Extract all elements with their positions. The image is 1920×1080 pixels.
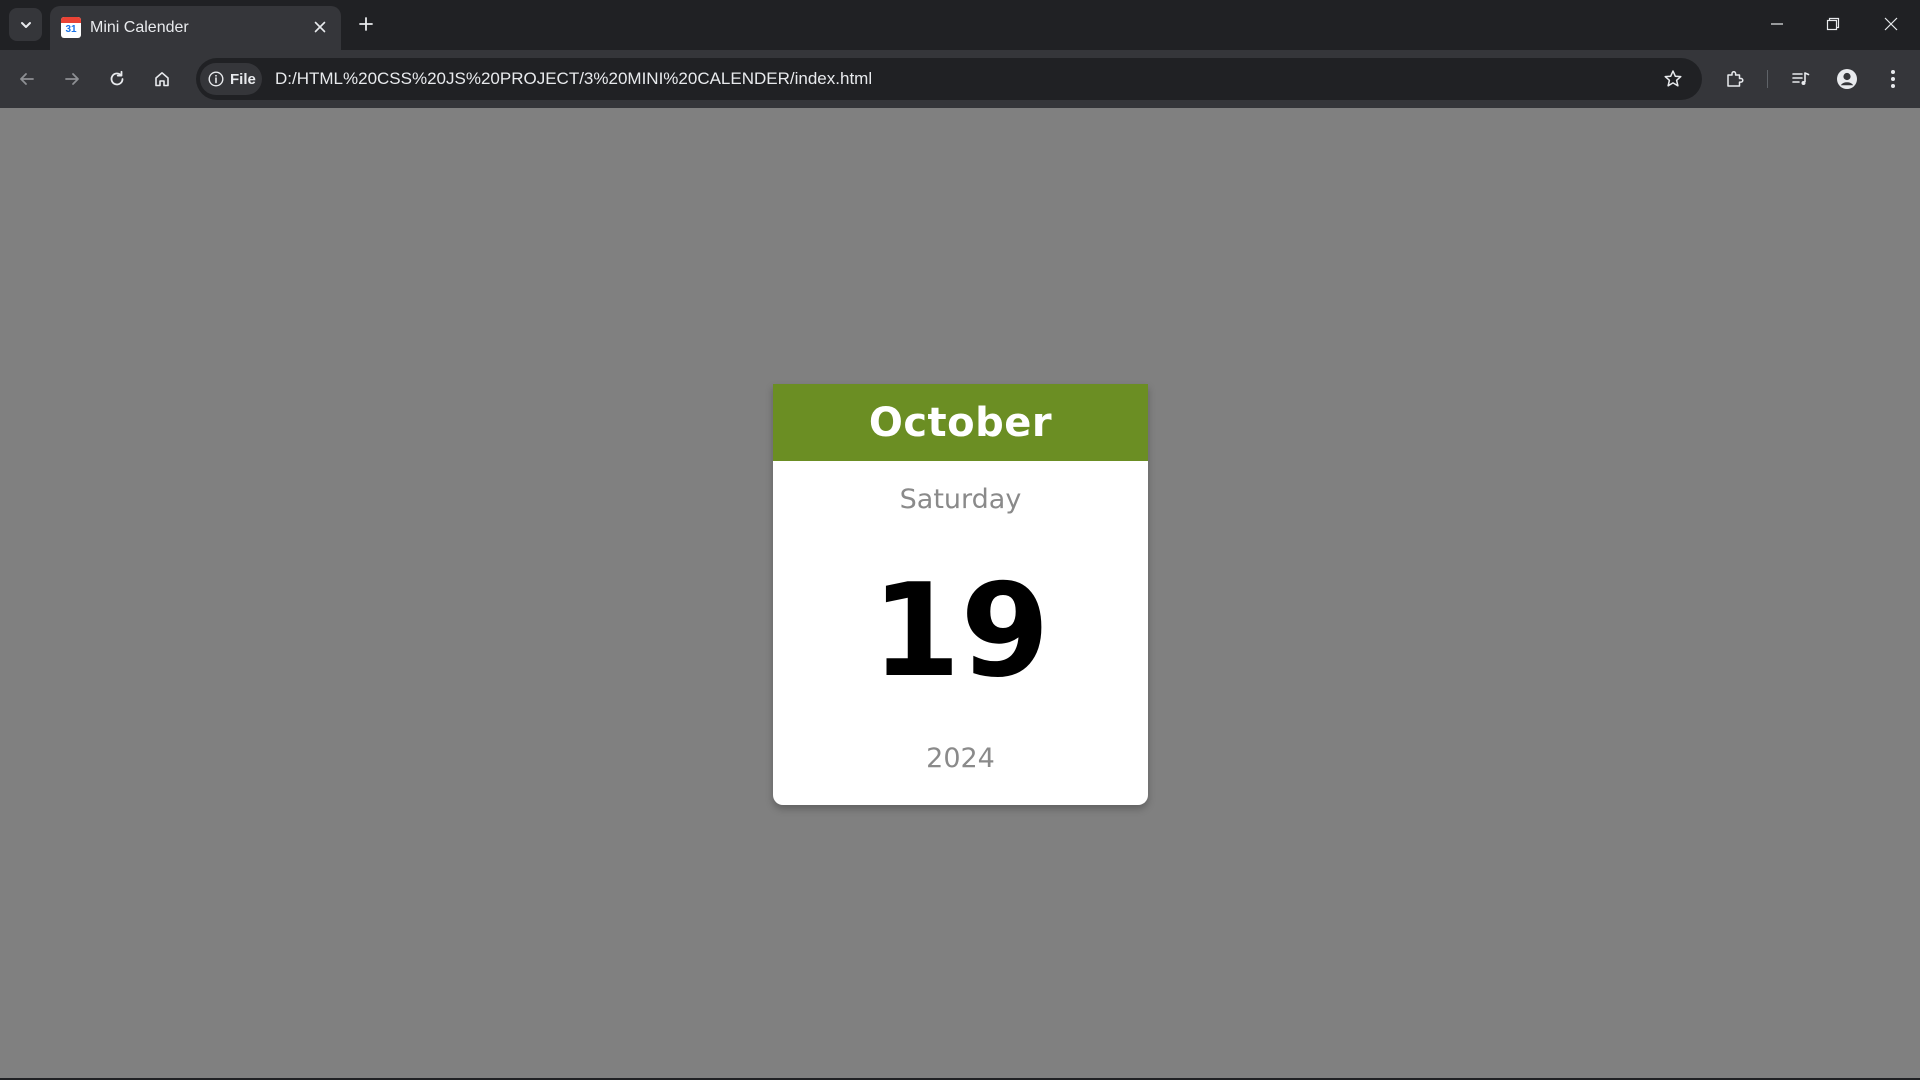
new-tab-button[interactable] bbox=[352, 10, 380, 38]
restore-button[interactable] bbox=[1805, 0, 1861, 48]
tab-strip: 31 Mini Calender bbox=[0, 0, 1920, 50]
home-icon bbox=[155, 72, 169, 87]
minimize-icon bbox=[1771, 23, 1783, 25]
favicon-number: 31 bbox=[65, 24, 77, 35]
profile-button[interactable] bbox=[1830, 62, 1864, 96]
site-info-chip[interactable]: File bbox=[200, 63, 262, 95]
url-text[interactable]: D:/HTML%20CSS%20JS%20PROJECT/3%20MINI%20… bbox=[275, 69, 872, 89]
arrow-left-icon bbox=[20, 73, 34, 85]
browser-toolbar: File D:/HTML%20CSS%20JS%20PROJECT/3%20MI… bbox=[0, 50, 1920, 108]
close-icon bbox=[314, 21, 326, 33]
info-icon bbox=[208, 71, 224, 87]
media-button[interactable] bbox=[1784, 62, 1818, 96]
menu-button[interactable] bbox=[1876, 62, 1910, 96]
bookmark-button[interactable] bbox=[1660, 66, 1686, 92]
plus-icon bbox=[359, 17, 373, 31]
tab-search-button[interactable] bbox=[9, 8, 42, 41]
arrow-right-icon bbox=[65, 73, 79, 85]
address-bar[interactable]: File D:/HTML%20CSS%20JS%20PROJECT/3%20MI… bbox=[196, 58, 1702, 100]
media-queue-icon bbox=[1792, 72, 1810, 85]
minimize-button[interactable] bbox=[1749, 0, 1805, 48]
day-name: Saturday bbox=[899, 484, 1022, 515]
reload-icon bbox=[110, 70, 124, 86]
forward-button[interactable] bbox=[55, 62, 89, 96]
tab-close-button[interactable] bbox=[309, 16, 331, 38]
month-name: October bbox=[868, 399, 1053, 446]
extensions-button[interactable] bbox=[1718, 62, 1752, 96]
toolbar-separator bbox=[1767, 70, 1768, 88]
puzzle-icon bbox=[1727, 70, 1744, 87]
security-chip-label: File bbox=[230, 70, 256, 88]
chevron-down-icon bbox=[20, 21, 31, 28]
tab-title: Mini Calender bbox=[90, 19, 189, 36]
account-icon bbox=[1837, 69, 1857, 89]
back-button[interactable] bbox=[10, 62, 44, 96]
close-icon bbox=[1884, 17, 1898, 31]
month-header: October bbox=[773, 384, 1148, 461]
home-button[interactable] bbox=[145, 62, 179, 96]
mini-calendar-card: October Saturday 19 2024 bbox=[773, 384, 1148, 805]
calendar-favicon-icon: 31 bbox=[61, 17, 81, 38]
close-window-button[interactable] bbox=[1863, 0, 1919, 48]
star-icon bbox=[1664, 70, 1682, 87]
reload-button[interactable] bbox=[100, 62, 134, 96]
kebab-menu-icon bbox=[1891, 70, 1895, 88]
page-viewport: October Saturday 19 2024 bbox=[0, 108, 1920, 1078]
browser-tab[interactable]: 31 Mini Calender bbox=[50, 6, 341, 50]
year: 2024 bbox=[926, 743, 995, 774]
restore-icon bbox=[1826, 17, 1840, 31]
date-number: 19 bbox=[871, 557, 1050, 706]
